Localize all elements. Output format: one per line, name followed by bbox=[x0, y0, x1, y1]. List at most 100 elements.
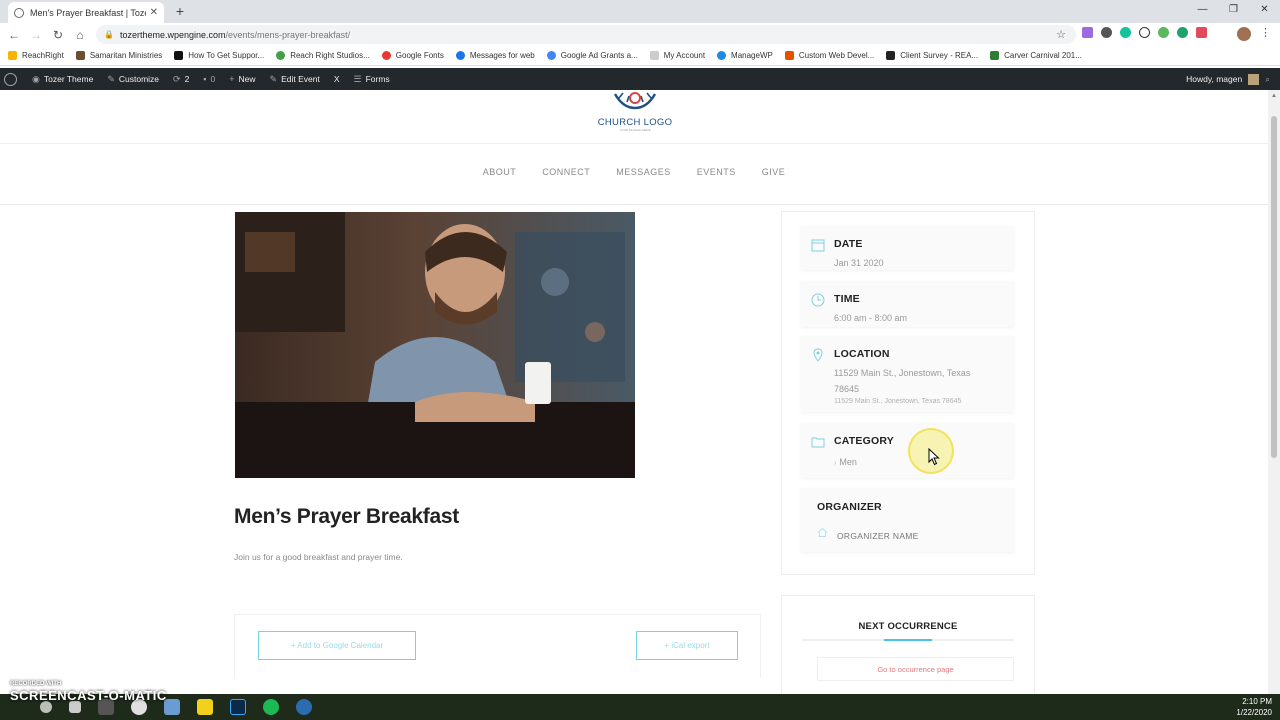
wp-customize[interactable]: ✎ Customize bbox=[100, 68, 166, 90]
wp-new[interactable]: + New bbox=[222, 68, 262, 90]
bookmark-favicon bbox=[990, 51, 1000, 60]
bookmark-item[interactable]: ManageWP bbox=[717, 51, 773, 60]
sticky-notes-icon[interactable] bbox=[197, 699, 213, 715]
bookmark-item[interactable]: How To Get Suppor... bbox=[174, 51, 264, 60]
clock-date: 1/22/2020 bbox=[1236, 708, 1272, 717]
browser-tab[interactable]: Men's Prayer Breakfast | Tozer Th ✕ bbox=[8, 2, 164, 23]
system-clock[interactable]: 2:10 PM 1/22/2020 bbox=[1236, 696, 1272, 718]
updates-icon: ⟳ bbox=[173, 73, 181, 84]
header-divider bbox=[0, 143, 1268, 144]
photoshop-icon[interactable] bbox=[230, 699, 246, 715]
time-card: TIME 6:00 am - 8:00 am bbox=[801, 281, 1014, 327]
bookmark-item[interactable]: Google Ad Grants a... bbox=[546, 51, 638, 60]
wp-updates[interactable]: ⟳ 2 bbox=[166, 68, 196, 90]
wp-site-name[interactable]: ◉ Tozer Theme bbox=[25, 68, 100, 90]
bookmark-item[interactable]: ReachRight bbox=[8, 51, 64, 60]
wordpress-logo-icon[interactable] bbox=[4, 72, 17, 86]
bookmarks-bar: ReachRight Samaritan Ministries How To G… bbox=[0, 46, 1280, 66]
extension-pocket-icon[interactable] bbox=[1196, 27, 1207, 38]
folder-icon bbox=[811, 437, 825, 448]
extension-bitwarden-icon[interactable] bbox=[1177, 27, 1188, 38]
lock-icon: 🔒 bbox=[104, 30, 114, 39]
bookmark-favicon bbox=[455, 51, 465, 60]
bookmark-item[interactable]: Google Fonts bbox=[381, 51, 444, 60]
category-value[interactable]: Men bbox=[839, 457, 857, 467]
bookmark-favicon bbox=[886, 51, 896, 60]
scroll-up-icon[interactable]: ▲ bbox=[1271, 93, 1277, 99]
wp-account[interactable]: Howdy, magen ⌕ bbox=[1186, 68, 1270, 90]
church-logo[interactable]: CHURCH LOGO YOUR SLOGAN HERE bbox=[585, 90, 685, 138]
event-description: Join us for a good breakfast and prayer … bbox=[234, 552, 403, 562]
home-icon[interactable]: ⌂ bbox=[69, 28, 91, 42]
ical-export-button[interactable]: + iCal export bbox=[636, 631, 738, 660]
event-photo bbox=[235, 212, 635, 478]
date-card: DATE Jan 31 2020 bbox=[801, 226, 1014, 270]
extension-puzzle-icon[interactable] bbox=[1101, 27, 1112, 38]
extension-grammarly-icon[interactable] bbox=[1120, 27, 1131, 38]
wp-forms[interactable]: ☰ Forms bbox=[346, 68, 396, 90]
window-controls: — ❐ ✕ bbox=[1187, 0, 1280, 22]
main-menu: ABOUT CONNECT MESSAGES EVENTS GIVE bbox=[0, 167, 1268, 177]
extension-font-icon[interactable] bbox=[1139, 27, 1150, 38]
close-window-button[interactable]: ✕ bbox=[1249, 0, 1280, 22]
go-to-occurrence-button[interactable]: Go to occurrence page bbox=[817, 657, 1014, 681]
wp-x[interactable]: X bbox=[327, 68, 347, 90]
bookmark-item[interactable]: Client Survey - REA... bbox=[886, 51, 978, 60]
menu-item-about[interactable]: ABOUT bbox=[483, 167, 517, 177]
browser-tab-bar: Men's Prayer Breakfast | Tozer Th ✕ + — … bbox=[0, 0, 1280, 23]
bookmark-star-icon[interactable]: ☆ bbox=[1056, 28, 1066, 41]
extension-pen-icon[interactable] bbox=[1082, 27, 1093, 38]
tab-close-icon[interactable]: ✕ bbox=[150, 7, 158, 18]
bookmark-favicon bbox=[649, 51, 659, 60]
reload-icon[interactable]: ↻ bbox=[47, 28, 69, 42]
date-label: DATE bbox=[834, 238, 863, 250]
crown-logo-icon bbox=[613, 92, 657, 110]
recorder-icon[interactable] bbox=[296, 699, 312, 715]
organizer-name[interactable]: ORGANIZER NAME bbox=[837, 528, 919, 544]
menu-item-give[interactable]: GIVE bbox=[762, 167, 786, 177]
clock-icon bbox=[811, 293, 825, 307]
bookmark-favicon bbox=[381, 51, 391, 60]
howdy-text: Howdy, magen bbox=[1186, 74, 1243, 84]
bookmark-favicon bbox=[174, 51, 184, 60]
menu-item-connect[interactable]: CONNECT bbox=[542, 167, 590, 177]
forward-icon[interactable]: → bbox=[25, 28, 47, 42]
wp-comments[interactable]: ▪ 0 bbox=[196, 68, 222, 90]
wp-edit-event[interactable]: ✎ Edit Event bbox=[263, 68, 327, 90]
organizer-card: ORGANIZER ORGANIZER NAME bbox=[801, 488, 1014, 552]
address-bar[interactable]: 🔒 tozertheme.wpengine.com/events/mens-pr… bbox=[96, 25, 1076, 44]
add-to-google-calendar-button[interactable]: + Add to Google Calendar bbox=[258, 631, 416, 660]
location-address: 11529 Main St., Jonestown, Texas 78645 bbox=[834, 365, 970, 397]
home-icon bbox=[817, 528, 828, 537]
scrollbar-thumb[interactable] bbox=[1271, 116, 1277, 458]
page-scrollbar[interactable]: ▲ bbox=[1268, 90, 1280, 694]
mouse-cursor-icon bbox=[928, 448, 940, 466]
bookmark-item[interactable]: Custom Web Devel... bbox=[784, 51, 874, 60]
back-icon[interactable]: ← bbox=[3, 28, 25, 42]
profile-avatar[interactable] bbox=[1237, 27, 1251, 41]
spotify-icon[interactable] bbox=[263, 699, 279, 715]
restore-button[interactable]: ❐ bbox=[1218, 0, 1249, 22]
extension-green-icon[interactable] bbox=[1158, 27, 1169, 38]
location-label: LOCATION bbox=[834, 348, 890, 360]
pencil-icon: ✎ bbox=[269, 73, 278, 84]
new-tab-button[interactable]: + bbox=[172, 4, 188, 20]
bookmark-item[interactable]: Samaritan Ministries bbox=[75, 51, 162, 60]
search-icon[interactable]: ⌕ bbox=[1265, 74, 1270, 85]
browser-menu-icon[interactable]: ⋮ bbox=[1260, 26, 1271, 39]
event-title: Men’s Prayer Breakfast bbox=[234, 505, 459, 528]
date-value: Jan 31 2020 bbox=[834, 258, 884, 268]
screencast-watermark: RECORDED WITH SCREENCAST-O-MATIC bbox=[10, 681, 167, 703]
category-link[interactable]: › Men bbox=[834, 454, 857, 472]
chevron-right-icon: › bbox=[834, 460, 837, 467]
bookmark-item[interactable]: Messages for web bbox=[455, 51, 535, 60]
bookmark-item[interactable]: Carver Carnival 201... bbox=[990, 51, 1082, 60]
bookmark-item[interactable]: My Account bbox=[649, 51, 705, 60]
bookmark-item[interactable]: Reach Right Studios... bbox=[276, 51, 370, 60]
browser-toolbar: ← → ↻ ⌂ 🔒 tozertheme.wpengine.com/events… bbox=[0, 23, 1280, 46]
minimize-button[interactable]: — bbox=[1187, 0, 1218, 22]
menu-item-messages[interactable]: MESSAGES bbox=[616, 167, 671, 177]
tab-title: Men's Prayer Breakfast | Tozer Th bbox=[30, 7, 146, 18]
organizer-label: ORGANIZER bbox=[817, 501, 882, 513]
menu-item-events[interactable]: EVENTS bbox=[697, 167, 736, 177]
